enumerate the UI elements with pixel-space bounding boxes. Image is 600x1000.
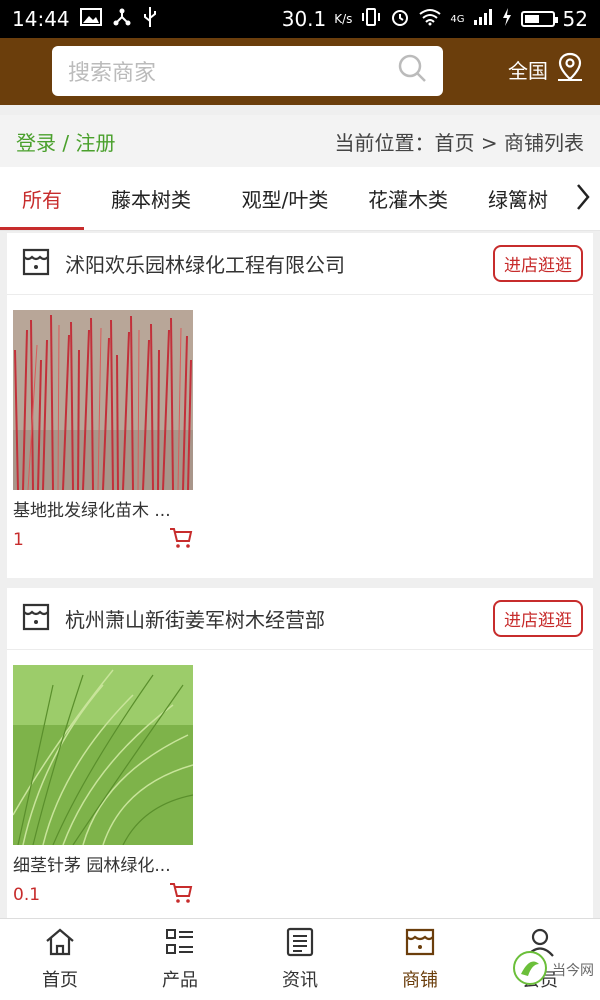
region-label: 全国 [508, 59, 548, 83]
shop-header[interactable]: 沭阳欢乐园林绿化工程有限公司 进店逛逛 [7, 233, 593, 295]
product-title[interactable]: 细茎针茅 园林绿化... [13, 851, 193, 876]
app-header: 搜索商家 全国 [0, 38, 600, 105]
shop-name[interactable]: 沭阳欢乐园林绿化工程有限公司 [65, 249, 345, 278]
product-list: 细茎针茅 园林绿化... 0.1 [7, 650, 593, 923]
nav-products-label: 产品 [162, 970, 198, 991]
store-icon [21, 247, 51, 281]
network-speed: 30.1 [281, 7, 327, 31]
tab-hedge-trees[interactable]: 绿篱树 [464, 167, 574, 230]
login-register-link[interactable]: 登录 / 注册 [16, 127, 115, 156]
search-input[interactable]: 搜索商家 [52, 46, 443, 96]
charging-icon [501, 7, 513, 32]
breadcrumb: 登录 / 注册 当前位置：首页 > 商铺列表 [0, 115, 600, 167]
status-time: 14:44 [12, 7, 70, 31]
bottom-nav: 首页 产品 资讯 商铺 会员 [0, 918, 600, 1000]
list-icon [164, 927, 196, 962]
enter-shop-button[interactable]: 进店逛逛 [493, 245, 583, 282]
current-location: 当前位置：首页 > 商铺列表 [334, 130, 584, 155]
tabs-scroll-right[interactable] [566, 167, 600, 230]
search-icon[interactable] [397, 53, 427, 89]
network-type: 4G [450, 13, 465, 25]
battery-icon [520, 11, 558, 27]
shop-header[interactable]: 杭州萧山新街姜军树木经营部 进店逛逛 [7, 588, 593, 650]
chevron-right-icon [574, 182, 592, 217]
network-speed-unit: K/s [334, 12, 353, 26]
location-pin-icon [556, 52, 584, 87]
product-item[interactable]: 细茎针茅 园林绿化... 0.1 [12, 665, 194, 908]
shop-card: 杭州萧山新街姜军树木经营部 进店逛逛 细茎针茅 园林绿化... 0.1 [7, 588, 593, 918]
product-list: 基地批发绿化苗木 ... 1 [7, 295, 593, 568]
shop-name[interactable]: 杭州萧山新街姜军树木经营部 [65, 604, 325, 633]
product-price: 0.1 [13, 885, 41, 905]
region-selector[interactable]: 全国 [508, 52, 584, 87]
watermark-text: 当今网 [552, 963, 594, 979]
site-watermark: 当今网 [512, 950, 594, 990]
wifi-icon [418, 7, 442, 31]
cart-icon[interactable] [169, 882, 193, 908]
tab-flowering-shrubs[interactable]: 花灌木类 [352, 167, 464, 230]
home-icon [44, 927, 76, 962]
product-title[interactable]: 基地批发绿化苗木 ... [13, 496, 193, 521]
enter-shop-button[interactable]: 进店逛逛 [493, 600, 583, 637]
nav-home-label: 首页 [42, 970, 78, 991]
nav-news-label: 资讯 [282, 970, 318, 991]
tab-shape-leaf[interactable]: 观型/叶类 [218, 167, 352, 230]
nav-products[interactable]: 产品 [120, 919, 240, 1000]
nav-home[interactable]: 首页 [0, 919, 120, 1000]
store-icon [404, 927, 436, 962]
nav-shops-label: 商铺 [402, 970, 438, 991]
nav-shops[interactable]: 商铺 [360, 919, 480, 1000]
product-image[interactable] [13, 310, 193, 491]
store-icon [21, 602, 51, 636]
tab-vine-trees[interactable]: 藤本树类 [84, 167, 218, 230]
watermark-logo-icon [512, 950, 548, 990]
share-icon [112, 7, 132, 32]
product-price: 1 [13, 530, 24, 550]
signal-icon [473, 7, 493, 31]
status-bar: 14:44 30.1 K/s 4G 52 [0, 0, 600, 38]
usb-icon [142, 6, 158, 33]
image-icon [79, 7, 102, 31]
news-icon [284, 927, 316, 962]
alarm-icon [390, 7, 410, 32]
product-image[interactable] [12, 665, 194, 846]
category-tabs: 所有 藤本树类 观型/叶类 花灌木类 绿篱树 [0, 167, 600, 231]
tab-all[interactable]: 所有 [0, 167, 84, 230]
product-item[interactable]: 基地批发绿化苗木 ... 1 [13, 310, 193, 553]
cart-icon[interactable] [169, 527, 193, 553]
search-placeholder: 搜索商家 [68, 61, 157, 86]
shop-card: 沭阳欢乐园林绿化工程有限公司 进店逛逛 基地批发绿化苗木 ... 1 [7, 233, 593, 578]
vibrate-icon [360, 7, 382, 32]
battery-level: 52 [562, 7, 588, 31]
nav-news[interactable]: 资讯 [240, 919, 360, 1000]
